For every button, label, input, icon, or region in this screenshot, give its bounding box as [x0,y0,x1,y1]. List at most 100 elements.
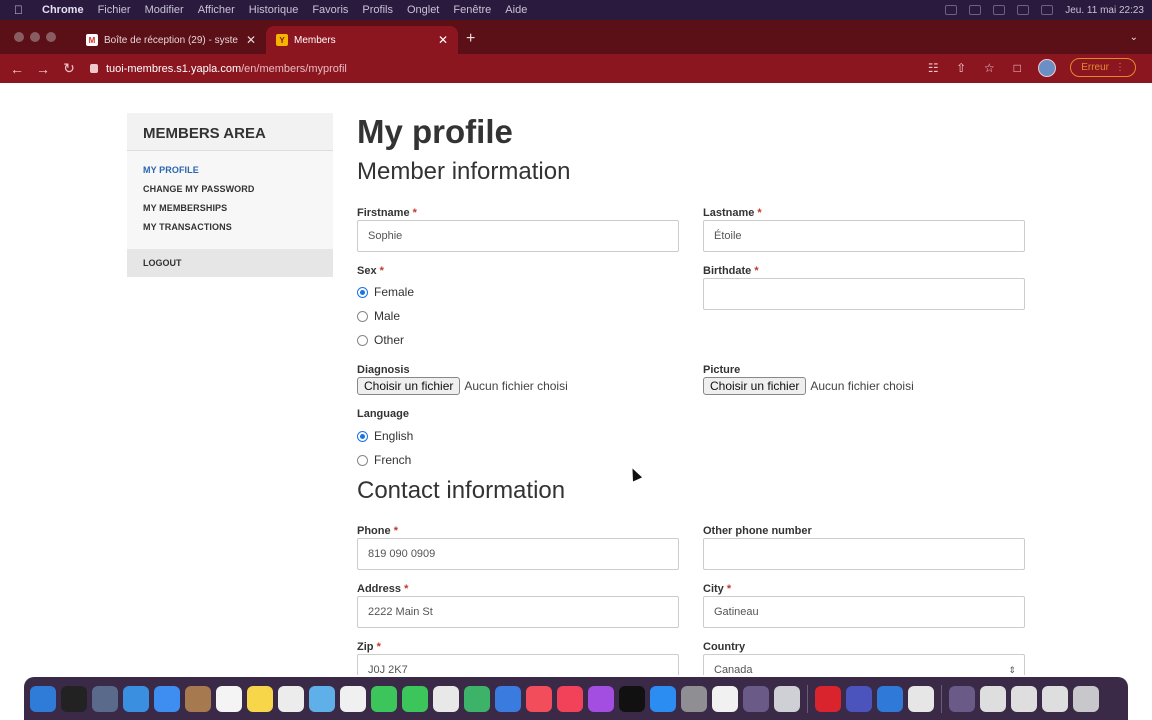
sex-option-other[interactable]: Other [357,328,414,352]
reminders-icon[interactable] [278,685,304,712]
menu-fichier[interactable]: Fichier [98,4,131,16]
menu-modifier[interactable]: Modifier [145,4,184,16]
close-window-button[interactable] [14,32,24,42]
minimize-window-button[interactable] [30,32,40,42]
notes-icon[interactable] [247,685,273,712]
maps-icon[interactable] [309,685,335,712]
trash-icon[interactable] [1073,685,1099,712]
language-option-french[interactable]: French [357,448,413,472]
sex-option-label: Other [374,333,405,347]
acrobat-icon[interactable] [815,685,841,712]
country-select[interactable]: Canada ⇕ [703,654,1025,675]
podcasts-icon[interactable] [588,685,614,712]
translate-icon[interactable]: ☷ [926,61,940,75]
radio-icon[interactable] [357,454,368,466]
sidebar-item-memberships[interactable]: MY MEMBERSHIPS [143,199,317,218]
sidebar-item-transactions[interactable]: MY TRANSACTIONS [143,218,317,237]
share-icon[interactable]: ⇧ [954,61,968,75]
photos-icon[interactable] [340,685,366,712]
safari-icon[interactable] [123,685,149,712]
city-field[interactable]: Gatineau [703,596,1025,628]
language-option-english[interactable]: English [357,424,413,448]
phone-field[interactable]: 819 090 0909 [357,538,679,570]
system-settings-icon[interactable] [681,685,707,712]
facetime-icon[interactable] [402,685,428,712]
control-center-icon[interactable] [1041,5,1054,15]
close-tab-icon[interactable]: ✕ [438,33,448,47]
calendar-icon[interactable] [216,685,242,712]
onedrive-icon[interactable] [877,685,903,712]
radio-selected-icon[interactable] [357,430,368,442]
menubar-clock[interactable]: Jeu. 11 mai 22:23 [1065,5,1144,16]
teams-icon[interactable] [846,685,872,712]
downloads-stack-icon[interactable] [980,685,1006,712]
news-icon[interactable] [526,685,552,712]
menu-fenetre[interactable]: Fenêtre [453,4,491,16]
diagnosis-choose-file-button[interactable]: Choisir un fichier [357,377,461,395]
finder-icon[interactable] [30,685,56,712]
menu-historique[interactable]: Historique [249,4,299,16]
birthdate-field[interactable] [703,278,1025,310]
mail-icon[interactable] [154,685,180,712]
picture-choose-file-button[interactable]: Choisir un fichier [703,377,807,395]
music-icon[interactable] [557,685,583,712]
tab-search-chevron-icon[interactable]: ⌄ [1130,32,1138,43]
apple-tv-icon[interactable] [619,685,645,712]
back-arrow-icon[interactable]: ← [4,61,30,77]
new-tab-button[interactable]: + [466,30,475,48]
radio-selected-icon[interactable] [357,286,368,298]
chrome-icon[interactable] [712,685,738,712]
sidebar-item-logout[interactable]: LOGOUT [127,249,333,277]
help-icon[interactable] [949,685,975,712]
radio-icon[interactable] [357,334,368,346]
screen-record-icon[interactable] [945,5,958,15]
documents-stack-icon[interactable] [1011,685,1037,712]
error-button[interactable]: Erreur ⋮ [1070,58,1136,77]
zip-field[interactable]: J0J 2K7 [357,654,679,675]
lock-icon[interactable] [90,64,98,73]
app-store-icon[interactable] [650,685,676,712]
sex-option-male[interactable]: Male [357,304,414,328]
wifi-icon[interactable] [993,5,1006,15]
tab-members[interactable]: Y Members ✕ [266,26,458,54]
sex-option-female[interactable]: Female [357,280,414,304]
keynote-icon[interactable] [495,685,521,712]
menu-aide[interactable]: Aide [505,4,527,16]
messages-icon[interactable] [371,685,397,712]
numbers-icon[interactable] [464,685,490,712]
apple-icon[interactable]:  [14,3,34,17]
preview-icon[interactable] [774,685,800,712]
menu-favoris[interactable]: Favoris [312,4,348,16]
contacts-icon[interactable] [185,685,211,712]
menu-afficher[interactable]: Afficher [198,4,235,16]
forward-arrow-icon[interactable]: → [30,61,56,77]
menu-app-name[interactable]: Chrome [42,4,84,16]
zoom-window-button[interactable] [46,32,56,42]
lastname-field[interactable]: Étoile [703,220,1025,252]
menu-profils[interactable]: Profils [362,4,393,16]
address-field[interactable]: 2222 Main St [357,596,679,628]
side-panel-icon[interactable]: □ [1010,61,1024,75]
address-bar[interactable]: tuoi-membres.s1.yapla.com/en/members/myp… [90,63,347,75]
slack-icon[interactable] [908,685,934,712]
menu-onglet[interactable]: Onglet [407,4,439,16]
window-controls [14,32,56,42]
freeform-icon[interactable] [433,685,459,712]
bookmark-star-icon[interactable]: ☆ [982,61,996,75]
launchpad-icon[interactable] [92,685,118,712]
profile-avatar[interactable] [1038,58,1057,77]
other-phone-field[interactable] [703,538,1025,570]
sidebar-item-my-profile[interactable]: MY PROFILE [143,161,317,180]
bluetooth-icon[interactable] [969,5,982,15]
sidebar-item-change-password[interactable]: CHANGE MY PASSWORD [143,180,317,199]
radio-icon[interactable] [357,310,368,322]
reload-icon[interactable]: ↻ [56,60,82,77]
help-icon[interactable] [743,685,769,712]
firstname-field[interactable]: Sophie [357,220,679,252]
siri-icon[interactable] [61,685,87,712]
spotlight-icon[interactable] [1017,5,1030,15]
close-tab-icon[interactable]: ✕ [246,33,256,47]
recent-stack-icon[interactable] [1042,685,1068,712]
tab-gmail[interactable]: M Boîte de réception (29) - syste ✕ [76,26,266,54]
phone-label: Phone * [357,525,398,537]
